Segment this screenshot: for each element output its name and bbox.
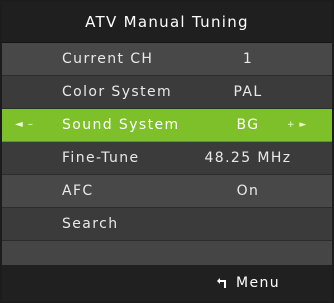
row-search[interactable]: Search bbox=[2, 208, 332, 241]
row-fine-tune[interactable]: Fine-Tune 48.25 MHz bbox=[2, 142, 332, 175]
row-label: Search bbox=[62, 216, 119, 232]
row-label: Current CH bbox=[62, 51, 154, 67]
row-afc[interactable]: AFC On bbox=[2, 175, 332, 208]
menu-hint[interactable]: Menu bbox=[216, 265, 280, 301]
row-label: Color System bbox=[62, 84, 173, 100]
settings-list: Current CH 1 Color System PAL ◄ – Sound … bbox=[2, 43, 332, 273]
panel-title: ATV Manual Tuning bbox=[2, 2, 332, 43]
return-icon bbox=[217, 278, 226, 288]
row-label: AFC bbox=[62, 183, 94, 199]
atv-manual-tuning-panel: ATV Manual Tuning Current CH 1 Color Sys… bbox=[0, 0, 334, 303]
row-current-ch[interactable]: Current CH 1 bbox=[2, 43, 332, 76]
row-value: 1 bbox=[242, 51, 254, 67]
footer-bar: Menu bbox=[2, 265, 332, 301]
decrease-arrow-icon[interactable]: ◄ – bbox=[15, 109, 34, 141]
row-value: On bbox=[236, 183, 260, 199]
row-sound-system[interactable]: ◄ – Sound System BG + ► bbox=[2, 109, 332, 142]
menu-label: Menu bbox=[236, 275, 281, 291]
row-value: PAL bbox=[233, 84, 263, 100]
row-value: 48.25 MHz bbox=[204, 150, 292, 166]
row-label: Sound System bbox=[62, 117, 180, 133]
increase-arrow-icon[interactable]: + ► bbox=[287, 109, 307, 141]
row-color-system[interactable]: Color System PAL bbox=[2, 76, 332, 109]
row-label: Fine-Tune bbox=[62, 150, 140, 166]
